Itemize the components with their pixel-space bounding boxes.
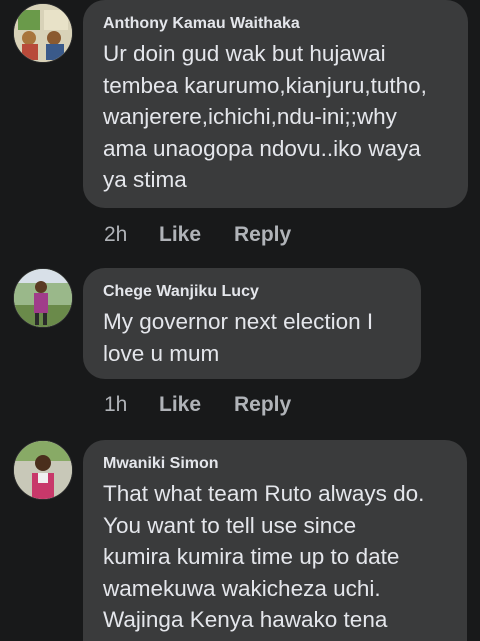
reply-button[interactable]: Reply [234,392,291,418]
comment-author[interactable]: Mwaniki Simon [103,454,449,474]
avatar[interactable] [13,268,73,328]
comment-bubble: Mwaniki Simon That what team Ruto always… [83,440,467,641]
like-button[interactable]: Like [159,222,234,248]
comment-timestamp[interactable]: 2h [104,222,159,248]
comment-bubble: Anthony Kamau Waithaka Ur doin gud wak b… [83,0,468,208]
comments-feed: Anthony Kamau Waithaka Ur doin gud wak b… [0,0,480,641]
avatar[interactable] [13,440,73,500]
comment-timestamp[interactable]: 1h [104,392,159,418]
comment-author[interactable]: Chege Wanjiku Lucy [103,282,403,302]
comment-author[interactable]: Anthony Kamau Waithaka [103,14,450,34]
avatar[interactable] [13,3,73,63]
reply-button[interactable]: Reply [234,222,291,248]
comment-actions: 2h Like Reply [104,222,291,248]
like-button[interactable]: Like [159,392,234,418]
comment-text: My governor next election I love u mum [103,309,374,366]
comment-text: That what team Ruto always do. You want … [103,481,425,632]
comment-text: Ur doin gud wak but hujawai tembea karur… [103,41,427,192]
comment-bubble: Chege Wanjiku Lucy My governor next elec… [83,268,421,379]
comment-actions: 1h Like Reply [104,392,291,418]
